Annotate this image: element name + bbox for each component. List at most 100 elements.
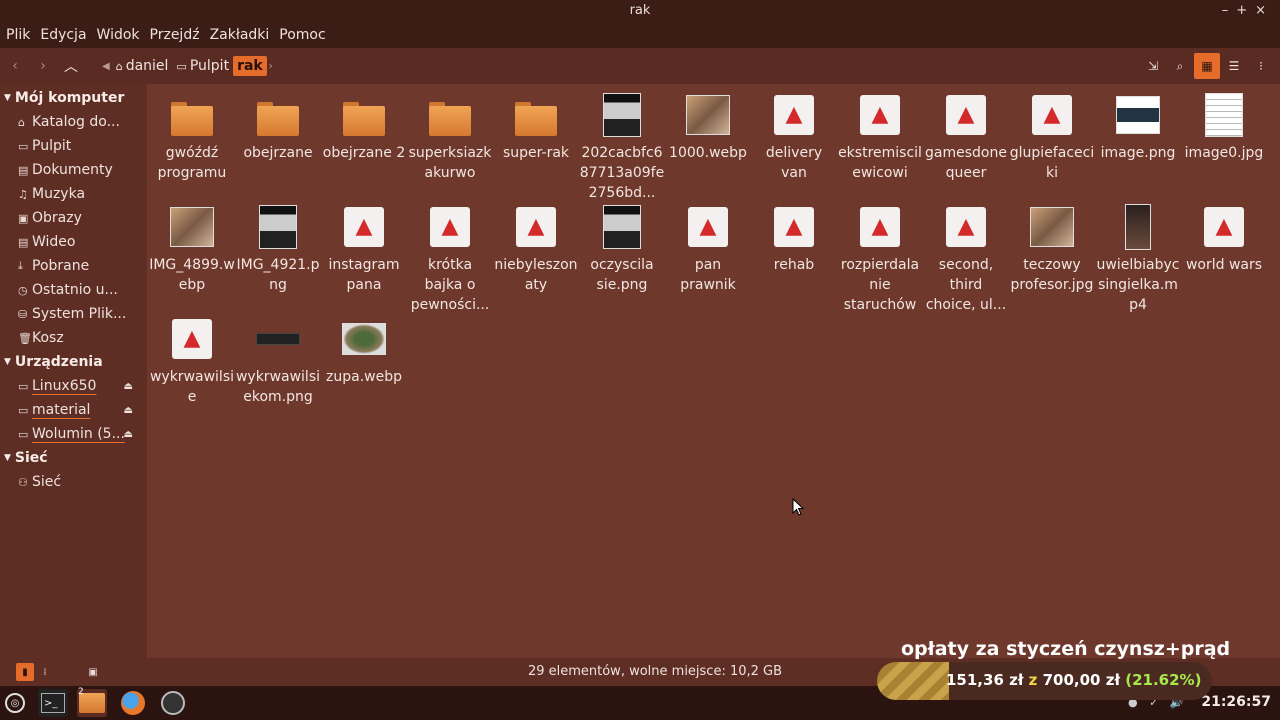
list-view-button[interactable]: ☰ (1221, 53, 1247, 79)
sidebar-item-trash[interactable]: 🗑 Kosz (0, 326, 147, 350)
firefox-launcher[interactable] (118, 689, 148, 717)
menu-file[interactable]: Plik (6, 27, 30, 43)
search-button[interactable]: ⌕ (1167, 53, 1193, 79)
sidebar-item-videos[interactable]: ▤ Wideo (0, 230, 147, 254)
chevron-right-icon: › (40, 58, 46, 74)
compact-view-button[interactable]: ⁝ (1248, 53, 1274, 79)
file-item[interactable]: ▲ second, third choice, ul... (923, 202, 1009, 315)
breadcrumb-item-current[interactable]: rak (233, 56, 267, 76)
file-item[interactable]: ▲ niebyleszonaty (493, 202, 579, 295)
up-button[interactable]: ︿ (58, 53, 84, 79)
trash-icon: 🗑 (18, 331, 32, 345)
sidebar-section-devices[interactable]: ▼ Urządzenia (0, 350, 147, 374)
sidebar-item-device-linux650[interactable]: ▭ Linux650 ⏏ (0, 374, 147, 398)
icon-view-button[interactable]: ▦ (1194, 53, 1220, 79)
breadcrumb-item-desktop[interactable]: ▭ Pulpit (172, 56, 233, 76)
sidebar-item-device-material[interactable]: ▭ material ⏏ (0, 398, 147, 422)
eject-icon[interactable]: ⏏ (124, 381, 133, 392)
file-name: image0.jpg (1184, 145, 1264, 161)
expander-icon: ▼ (4, 93, 11, 103)
image-thumbnail-icon (1095, 202, 1181, 252)
sidebar-item-network[interactable]: ⚇ Sieć (0, 470, 147, 494)
sidebar-item-desktop[interactable]: ▭ Pulpit (0, 134, 147, 158)
sidebar-item-documents[interactable]: ▤ Dokumenty (0, 158, 147, 182)
file-item[interactable]: IMG_4921.png (235, 202, 321, 295)
maximize-button[interactable]: + (1234, 3, 1253, 18)
file-name: 202cacbfc687713a09fe2756bd... (579, 145, 665, 201)
image-thumbnail-icon (1095, 90, 1181, 140)
file-name: obejrzane 2 (322, 145, 406, 161)
menu-button[interactable]: ◎ (0, 689, 30, 717)
sidebar-item-downloads[interactable]: ⤓ Pobrane (0, 254, 147, 278)
menu-view[interactable]: Widok (97, 27, 140, 43)
rocket-file-icon: ▲ (493, 202, 579, 252)
sidebar-item-home[interactable]: ⌂ Katalog do... (0, 110, 147, 134)
menu-bookmarks[interactable]: Zakładki (210, 27, 270, 43)
menu-go[interactable]: Przejdź (150, 27, 200, 43)
file-item[interactable]: oczyscila sie.png (579, 202, 665, 295)
file-item[interactable]: uwielbiabycsingielka.mp4 (1095, 202, 1181, 315)
sidebar-section-computer[interactable]: ▼ Mój komputer (0, 86, 147, 110)
menu-edit[interactable]: Edycja (40, 27, 86, 43)
sidebar-item-filesystem[interactable]: ⛁ System Plik... (0, 302, 147, 326)
home-icon: ⌂ (115, 59, 123, 73)
overlay-paid: 151,36 zł (946, 671, 1024, 689)
list-icon: ☰ (1228, 59, 1240, 73)
file-item[interactable]: gwóźdź programu (149, 90, 235, 183)
file-item[interactable]: super-rak (493, 90, 579, 163)
file-item[interactable]: ▲ pan prawnik (665, 202, 751, 295)
file-item[interactable]: image.png (1095, 90, 1181, 163)
file-item[interactable]: IMG_4899.webp (149, 202, 235, 295)
file-item[interactable]: teczowy profesor.jpg (1009, 202, 1095, 295)
eject-icon[interactable]: ⏏ (124, 405, 133, 416)
toggle-location-button[interactable]: ⇲ (1140, 53, 1166, 79)
file-name: oczyscila sie.png (590, 257, 654, 293)
file-item[interactable]: ▲ glupiefaceciki (1009, 90, 1095, 183)
file-item[interactable]: superksiazkakurwo (407, 90, 493, 183)
file-item[interactable]: obejrzane 2 (321, 90, 407, 163)
image-thumbnail-icon (1181, 90, 1267, 140)
back-button[interactable]: ‹ (2, 53, 28, 79)
menu-help[interactable]: Pomoc (279, 27, 325, 43)
window-titlebar: rak – + × (0, 0, 1280, 22)
breadcrumb-item-home[interactable]: ⌂ daniel (112, 56, 173, 76)
location-icon: ⇲ (1147, 59, 1159, 73)
file-item[interactable]: ▲ world wars (1181, 202, 1267, 275)
file-item[interactable]: zupa.webp (321, 314, 407, 387)
sidebar-item-device-volume[interactable]: ▭ Wolumin (5... ⏏ (0, 422, 147, 446)
sidebar-item-recent[interactable]: ◷ Ostatnio u... (0, 278, 147, 302)
file-item[interactable]: 1000.webp (665, 90, 751, 163)
image-thumbnail-icon (1009, 202, 1095, 252)
file-item[interactable]: 202cacbfc687713a09fe2756bd... (579, 90, 665, 203)
file-item[interactable]: ▲ instagram pana (321, 202, 407, 295)
obs-launcher[interactable] (158, 689, 188, 717)
file-item[interactable]: ▲ gamesdonequeer (923, 90, 1009, 183)
sidebar-item-pictures[interactable]: ▣ Obrazy (0, 206, 147, 230)
sidebar-item-music[interactable]: ♫ Muzyka (0, 182, 147, 206)
file-item[interactable]: ▲ krótka bajka o pewności... (407, 202, 493, 315)
breadcrumb-toggle-icon[interactable]: ◀ (102, 61, 110, 72)
eject-icon[interactable]: ⏏ (124, 429, 133, 440)
file-item[interactable]: ▲ wykrwawilsie (149, 314, 235, 407)
file-item[interactable]: ▲ delivery van (751, 90, 837, 183)
file-item[interactable]: ▲ rehab (751, 202, 837, 275)
image-thumbnail-icon (149, 202, 235, 252)
rocket-file-icon: ▲ (837, 202, 923, 252)
file-item[interactable]: obejrzane (235, 90, 321, 163)
rocket-file-icon: ▲ (407, 202, 493, 252)
minimize-button[interactable]: – (1220, 3, 1235, 18)
file-item[interactable]: ▲ rozpierdalanie staruchów (837, 202, 923, 315)
mouse-cursor-icon (792, 498, 805, 516)
forward-button[interactable]: › (30, 53, 56, 79)
files-launcher[interactable]: 2 (77, 687, 107, 717)
file-item[interactable]: ▲ ekstremiscilewicowi (837, 90, 923, 183)
image-icon: ▣ (18, 211, 29, 225)
terminal-launcher[interactable]: >_ (38, 689, 68, 717)
file-item[interactable]: image0.jpg (1181, 90, 1267, 163)
sidebar-section-network[interactable]: ▼ Sieć (0, 446, 147, 470)
file-view[interactable]: gwóźdź programu obejrzane obejrzane 2 super… (147, 84, 1280, 658)
file-item[interactable]: wykrwawilsiekom.png (235, 314, 321, 407)
image-thumbnail-icon (235, 314, 321, 364)
expander-icon: ▼ (4, 357, 11, 367)
close-button[interactable]: × (1253, 3, 1272, 18)
